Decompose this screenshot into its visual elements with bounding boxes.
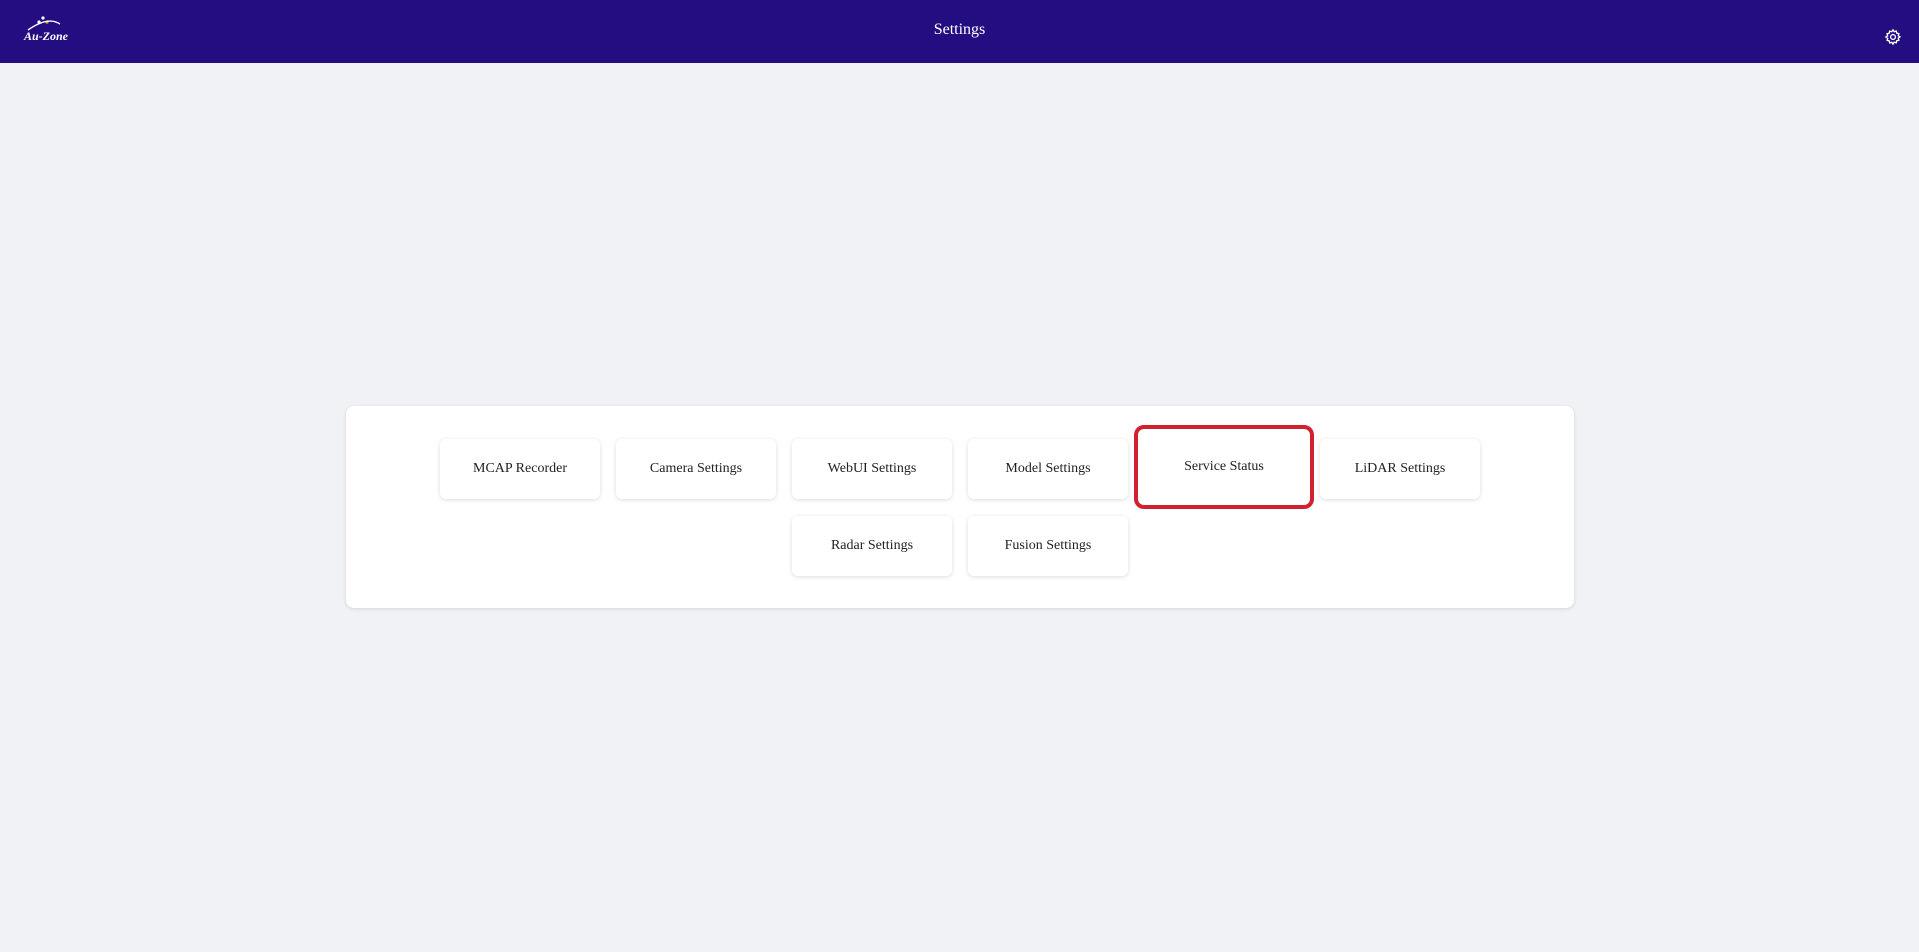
fusion-settings-button[interactable]: Fusion Settings <box>968 516 1128 576</box>
gear-icon[interactable] <box>1884 28 1902 46</box>
tile-label: Fusion Settings <box>1004 538 1092 553</box>
tile-label: WebUI Settings <box>827 461 917 476</box>
top-bar: Au-Zone Settings <box>0 0 1919 63</box>
page-title: Settings <box>933 21 986 38</box>
webui-settings-button[interactable]: WebUI Settings <box>792 439 952 499</box>
service-status-button[interactable]: Service Status <box>1134 425 1314 509</box>
tile-label: Model Settings <box>1005 461 1091 476</box>
lidar-settings-button[interactable]: LiDAR Settings <box>1320 439 1480 499</box>
tile-label: Service Status <box>1184 459 1264 474</box>
radar-settings-button[interactable]: Radar Settings <box>792 516 952 576</box>
tile-label: Radar Settings <box>830 538 914 553</box>
tile-label: LiDAR Settings <box>1354 461 1446 476</box>
tile-label: Camera Settings <box>649 461 743 476</box>
camera-settings-button[interactable]: Camera Settings <box>616 439 776 499</box>
settings-panel: MCAP Recorder Camera Settings WebUI Sett… <box>346 406 1574 608</box>
tile-label: MCAP Recorder <box>473 461 567 476</box>
model-settings-button[interactable]: Model Settings <box>968 439 1128 499</box>
mcap-recorder-button[interactable]: MCAP Recorder <box>440 439 600 499</box>
